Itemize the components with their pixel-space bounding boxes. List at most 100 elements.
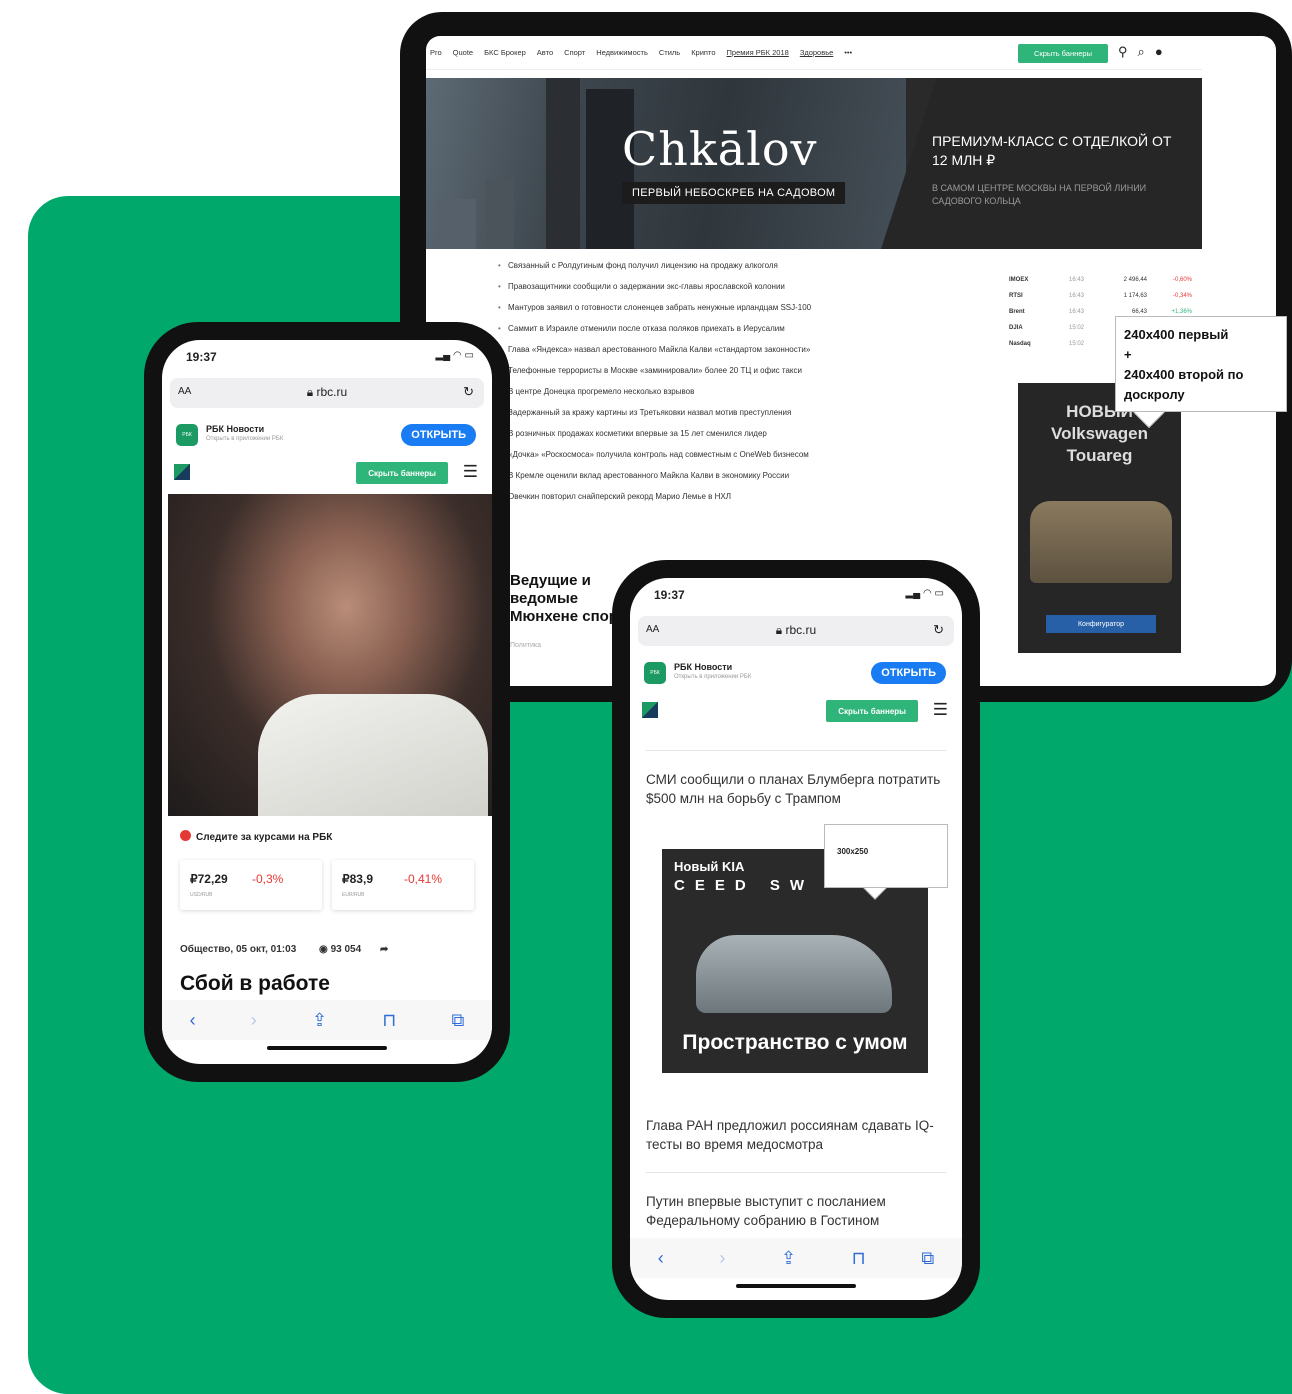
nav-item[interactable]: Стиль (659, 48, 680, 57)
news-item[interactable]: «Дочка» «Роскосмоса» получила контроль н… (498, 449, 918, 460)
news-item[interactable]: Глава РАН предложил россиянам сдавать IQ… (646, 1116, 946, 1154)
news-list: Связанный с Ролдугиным фонд получил лице… (498, 260, 918, 512)
quote-value: 2 496,44 (1123, 277, 1147, 283)
article-headline[interactable]: Сбой в работе (180, 972, 330, 996)
news-item[interactable]: Правозащитники сообщили о задержании экс… (498, 281, 918, 292)
divider (646, 750, 946, 751)
open-app-button[interactable]: ОТКРЫТЬ (871, 662, 946, 684)
news-item[interactable]: Глава «Яндекса» назвал арестованного Май… (498, 344, 918, 355)
news-item[interactable]: В центре Донецка прогремело несколько вз… (498, 386, 918, 397)
nav-item[interactable]: Спорт (564, 48, 585, 57)
url-label: rbc.ru (316, 385, 348, 399)
nav-item[interactable]: Pro (430, 48, 442, 57)
nav-item[interactable]: Авто (537, 48, 553, 57)
reload-icon[interactable]: ↻ (933, 622, 944, 638)
search-icon[interactable]: ⌕ (1138, 44, 1145, 60)
menu-icon[interactable]: ☰ (463, 462, 478, 482)
safari-toolbar: ‹ › ⇪ ⊓ ⧉ (162, 1000, 492, 1040)
article-date: Общество, 05 окт, 01:03 (180, 944, 297, 955)
share-icon[interactable]: ⇪ (781, 1248, 796, 1269)
rate-value: ₽83,9 (342, 872, 373, 886)
quote-time: 16:43 (1069, 293, 1085, 299)
nav-item[interactable]: БКС Брокер (484, 48, 526, 57)
forward-icon[interactable]: › (251, 1010, 257, 1031)
nav-item[interactable]: Quote (453, 48, 473, 57)
news-item[interactable]: Путин впервые выступит с посланием Федер… (646, 1192, 946, 1232)
lock-icon: 🔒︎ (775, 623, 786, 637)
reload-icon[interactable]: ↻ (463, 384, 474, 400)
news-item[interactable]: В Кремле оценили вклад арестованного Май… (498, 470, 918, 481)
bookmarks-icon[interactable]: ⊓ (382, 1010, 396, 1031)
bookmarks-icon[interactable]: ⊓ (852, 1248, 866, 1269)
tabs-icon[interactable]: ⧉ (451, 1010, 464, 1031)
hide-banners-button[interactable]: Скрыть баннеры (1018, 44, 1108, 63)
back-icon[interactable]: ‹ (658, 1248, 664, 1269)
safari-toolbar: ‹ › ⇪ ⊓ ⧉ (630, 1238, 962, 1278)
rate-card-eur[interactable]: ₽83,9 -0,41% EUR/RUB (332, 860, 474, 910)
menu-icon[interactable]: ☰ (933, 700, 948, 720)
back-icon[interactable]: ‹ (190, 1010, 196, 1031)
tabs-icon[interactable]: ⧉ (921, 1248, 934, 1269)
news-item[interactable]: Телефонные террористы в Москве «заминиро… (498, 365, 918, 376)
quote-change: -0,34% (1172, 293, 1192, 299)
hide-banners-button[interactable]: Скрыть баннеры (826, 700, 918, 722)
address-bar[interactable]: AA 🔒︎ rbc.ru ↻ (170, 378, 484, 408)
url-text: 🔒︎ rbc.ru (638, 623, 954, 638)
url-label: rbc.ru (785, 623, 817, 637)
quote-time: 16:43 (1069, 309, 1085, 315)
share-icon[interactable]: ⇪ (312, 1010, 327, 1031)
phone-right: 19:37 ▂▄ ◠ ▭ AA 🔒︎ rbc.ru ↻ РБК РБК Ново… (612, 560, 980, 1318)
rbc-logo[interactable] (174, 464, 190, 480)
app-subtitle: Открыть в приложении РБК (674, 674, 752, 680)
address-bar[interactable]: AA 🔒︎ rbc.ru ↻ (638, 616, 954, 646)
quote-name: RTSI (1009, 293, 1023, 299)
rate-card-usd[interactable]: ₽72,29 -0,3% USD/RUB (180, 860, 322, 910)
hero-brand: Chkālov (622, 122, 818, 176)
lock-icon: 🔒︎ (306, 385, 317, 399)
eye-icon: ◉ (319, 944, 331, 955)
location-icon[interactable]: ⚲ (1118, 44, 1128, 60)
nav-icons: ⚲ ⌕ ● (1118, 44, 1163, 60)
news-item[interactable]: Связанный с Ролдугиным фонд получил лице… (498, 260, 918, 271)
callout-line: 240x400 второй по доскролу (1124, 367, 1244, 402)
article-meta: Общество, 05 окт, 01:03 ◉ 93 054 ➦ (180, 944, 388, 955)
forward-icon[interactable]: › (719, 1248, 725, 1269)
news-item[interactable]: Мантуров заявил о готовности слоненцев з… (498, 302, 918, 313)
nav-item[interactable]: Здоровье (800, 48, 833, 57)
follow-rates[interactable]: Следите за курсами на РБК (180, 830, 332, 843)
rbc-dot-icon (180, 830, 191, 841)
hide-banners-button[interactable]: Скрыть баннеры (356, 462, 448, 484)
quote-time: 16:43 (1069, 277, 1085, 283)
article-photo (168, 494, 492, 816)
views-count: 93 054 (330, 944, 362, 955)
quote-row[interactable]: RTSI 16:43 1 174,63 -0,34% (1009, 288, 1199, 304)
quote-time: 15:02 (1069, 325, 1085, 331)
share-arrow-icon[interactable]: ➦ (380, 944, 388, 955)
news-item[interactable]: Овечкин повторил снайперский рекорд Мари… (498, 491, 918, 502)
signal-wifi-battery-icon: ▂▄ ◠ ▭ (905, 588, 944, 599)
site-header: Скрыть баннеры ☰ (170, 460, 484, 488)
nav-item[interactable]: Премия РБК 2018 (727, 48, 789, 57)
rbc-logo[interactable] (642, 702, 658, 718)
news-item[interactable]: СМИ сообщили о планах Блумберга потратит… (646, 770, 946, 808)
clock: 19:37 (186, 350, 217, 364)
user-icon[interactable]: ● (1155, 44, 1163, 60)
news-item[interactable]: Саммит в Израиле отменили после отказа п… (498, 323, 918, 334)
kia-slogan: Пространство с умом (682, 1031, 908, 1054)
callout-plus: + (1124, 347, 1132, 362)
news-item[interactable]: Задержанный за кражу картины из Третьяко… (498, 407, 918, 418)
news-item[interactable]: В розничных продажах косметики впервые з… (498, 428, 918, 439)
quote-name: IMOEX (1009, 277, 1029, 283)
configurator-button[interactable]: Конфигуратор (1046, 615, 1156, 633)
more-icon[interactable]: ••• (844, 48, 852, 57)
volkswagen-banner[interactable]: НОВЫЙ Volkswagen Touareg Конфигуратор (1018, 383, 1181, 653)
hero-right-sub: В САМОМ ЦЕНТРЕ МОСКВЫ НА ПЕРВОЙ ЛИНИИ СА… (932, 183, 1147, 206)
open-app-button[interactable]: ОТКРЫТЬ (401, 424, 476, 446)
nav-item[interactable]: Недвижимость (596, 48, 648, 57)
nav-item[interactable]: Крипто (691, 48, 715, 57)
quote-row[interactable]: IMOEX 16:43 2 496,44 -0,60% (1009, 272, 1199, 288)
hero-banner[interactable]: Chkālov ПЕРВЫЙ НЕБОСКРЕБ НА САДОВОМ ПРЕМ… (426, 78, 1202, 249)
views: ◉ 93 054 (319, 944, 361, 955)
clock: 19:37 (654, 588, 685, 602)
quote-value: 66,43 (1131, 309, 1147, 315)
